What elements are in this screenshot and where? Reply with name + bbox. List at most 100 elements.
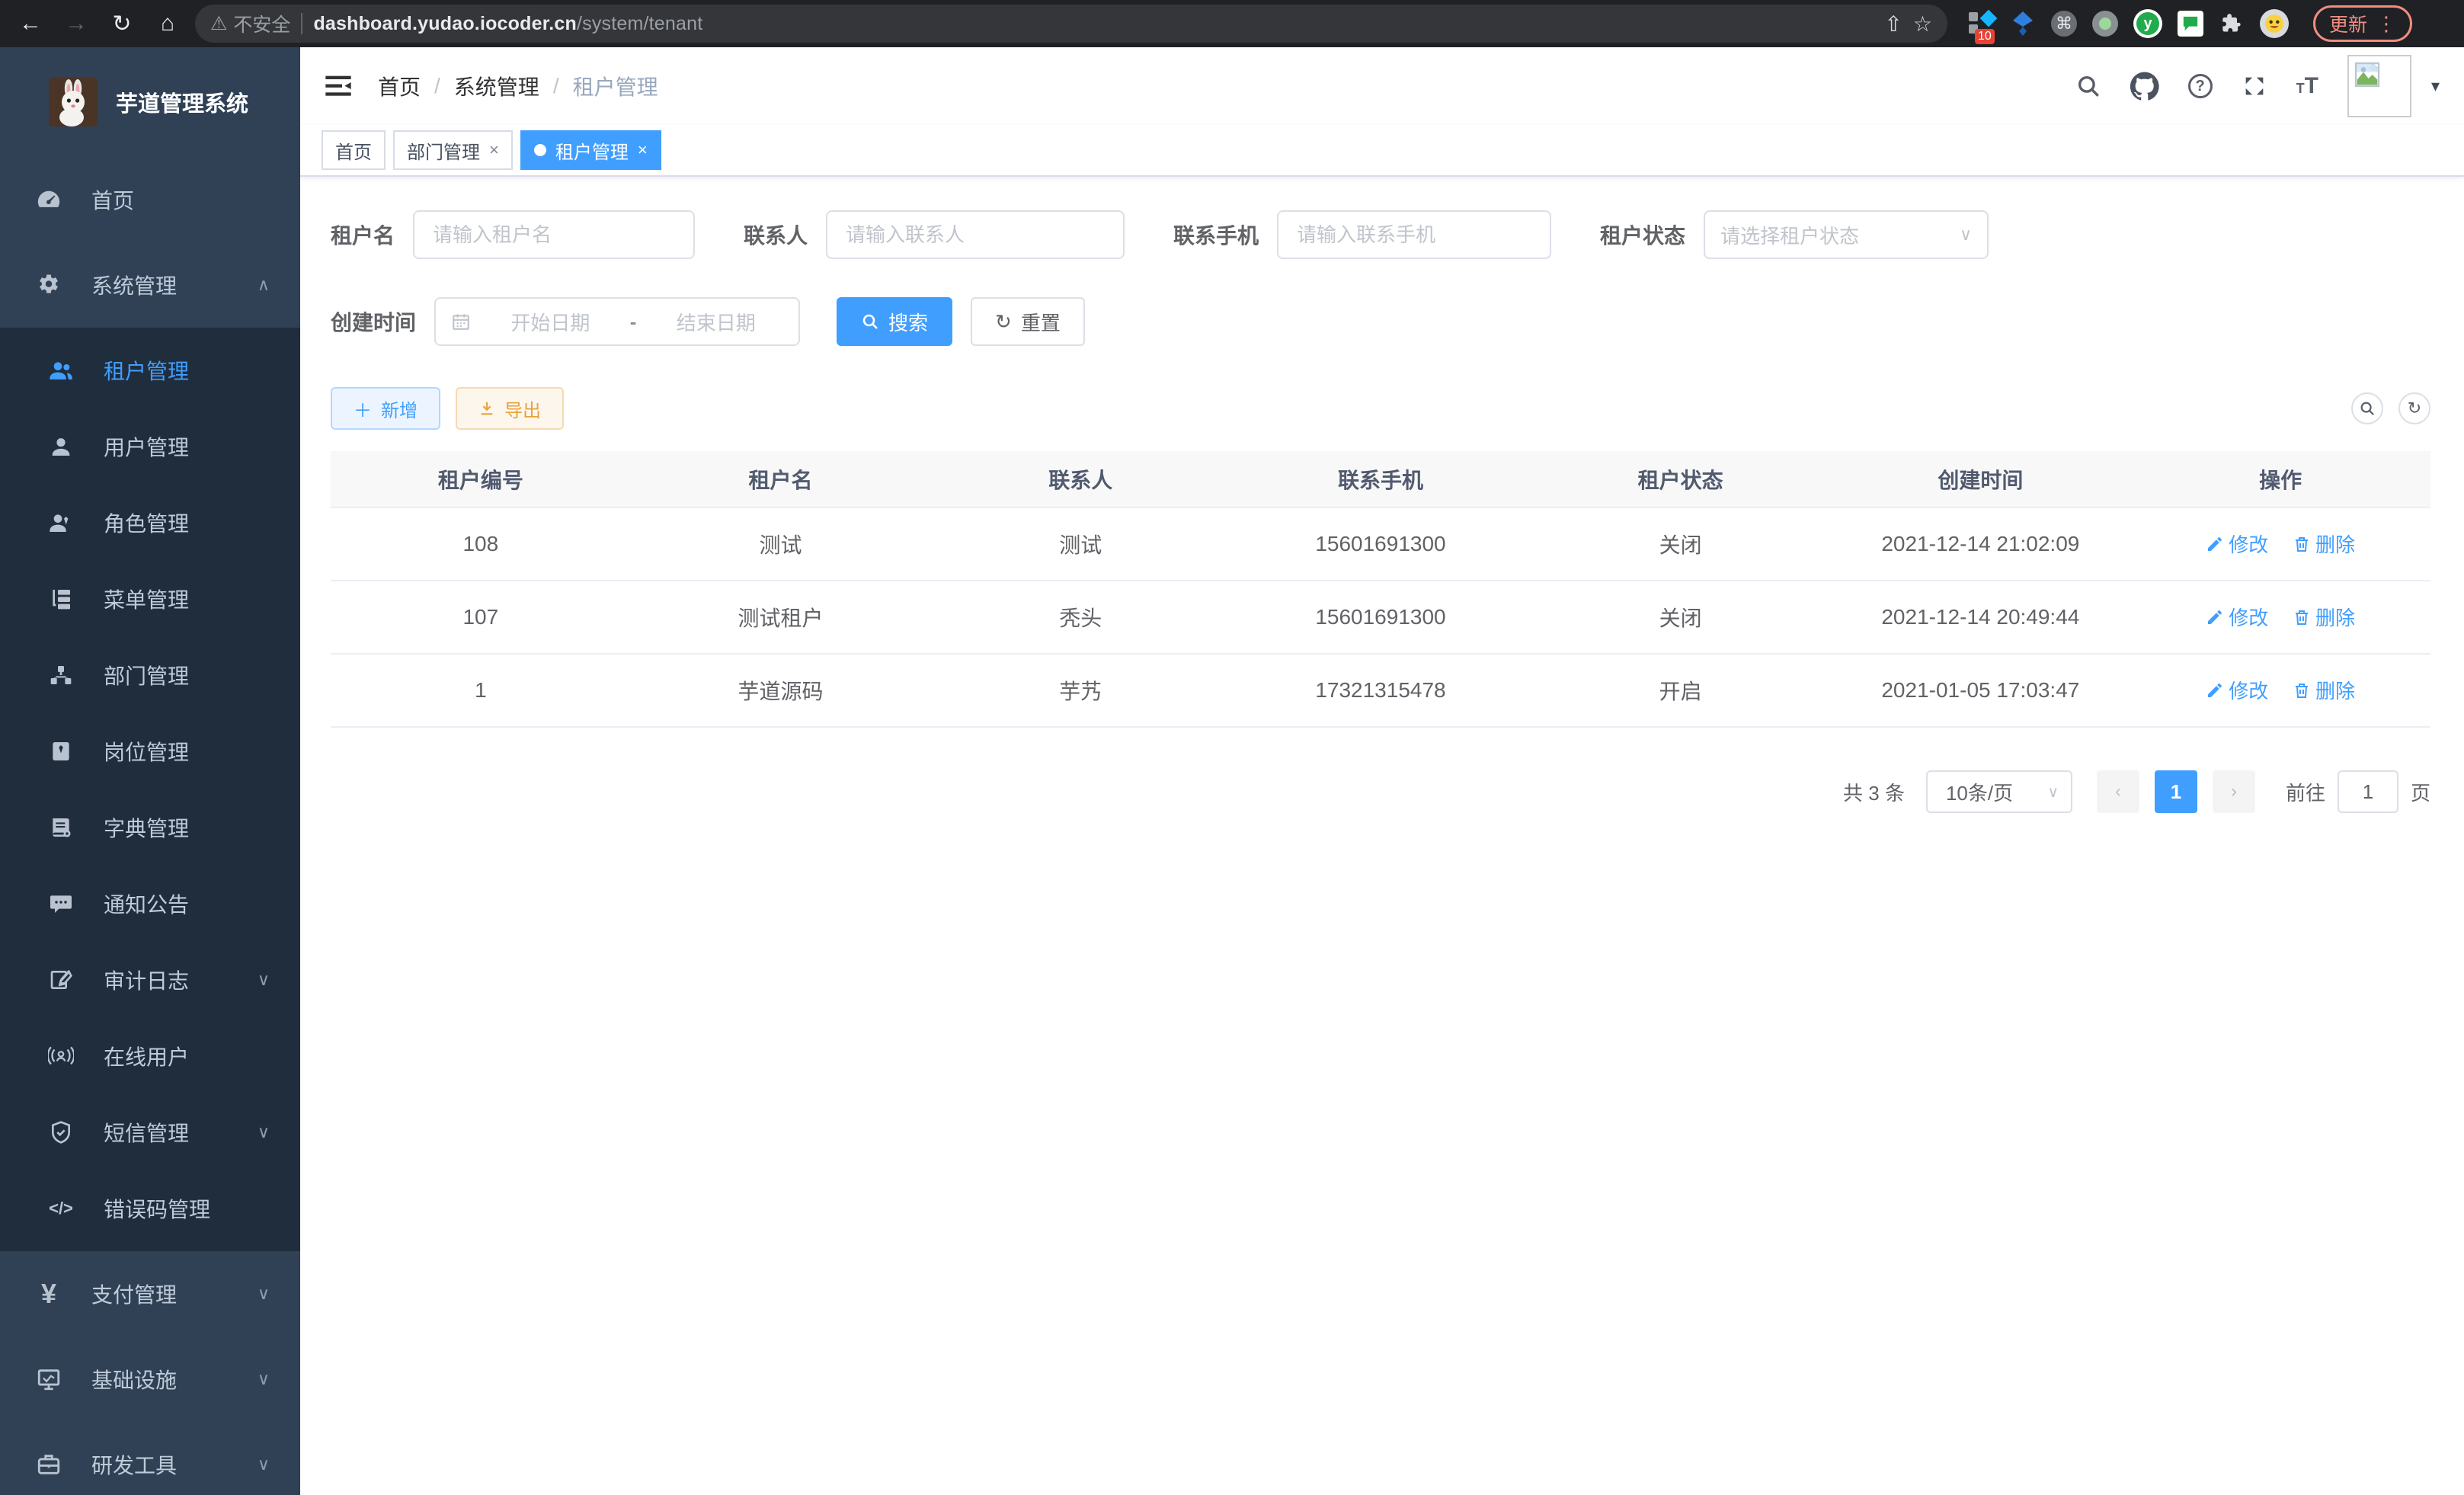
tab-tenant[interactable]: 租户管理 × <box>520 130 661 170</box>
tab-dept[interactable]: 部门管理 × <box>393 130 513 170</box>
contact-input[interactable] <box>826 210 1125 259</box>
delete-link[interactable]: 删除 <box>2293 603 2355 631</box>
table-row: 1 芋道源码 芋艿 17321315478 开启 2021-01-05 17:0… <box>331 654 2430 727</box>
trash-icon <box>2293 681 2311 699</box>
help-icon[interactable]: ? <box>2188 74 2213 98</box>
table-header-row: 租户编号 租户名 联系人 联系手机 租户状态 创建时间 操作 <box>331 451 2430 507</box>
tenant-name-input[interactable] <box>413 210 695 259</box>
phone-label: 联系手机 <box>1173 219 1259 250</box>
sidebar-item-notice[interactable]: 通知公告 <box>0 866 300 942</box>
chevron-down-icon: ∨ <box>258 1369 270 1389</box>
browser-reload-icon[interactable]: ↻ <box>104 5 140 42</box>
sidebar-item-pay[interactable]: ¥ 支付管理 ∨ <box>0 1251 300 1337</box>
sidebar-item-error-code[interactable]: </> 错误码管理 <box>0 1170 300 1247</box>
github-icon[interactable] <box>2130 72 2159 101</box>
bookmark-star-icon[interactable]: ☆ <box>1913 11 1932 37</box>
breadcrumb-home[interactable]: 首页 <box>378 71 421 101</box>
col-tenant-id: 租户编号 <box>331 451 631 507</box>
badge-icon <box>43 739 79 764</box>
edit-link[interactable]: 修改 <box>2206 530 2268 558</box>
sidebar-logo[interactable]: 芋道管理系统 <box>0 59 300 145</box>
sidebar-item-role[interactable]: 角色管理 <box>0 485 300 561</box>
browser-forward-icon[interactable]: → <box>58 5 94 42</box>
sidebar-item-post[interactable]: 岗位管理 <box>0 713 300 789</box>
status-select[interactable]: 请选择租户状态 ∨ <box>1704 210 1989 259</box>
sidebar-item-label: 首页 <box>91 184 270 215</box>
sidebar-item-dev-tools[interactable]: 研发工具 ∨ <box>0 1422 300 1495</box>
sidebar-item-label: 支付管理 <box>91 1279 258 1309</box>
phone-input[interactable] <box>1277 210 1551 259</box>
sidebar-item-label: 菜单管理 <box>104 584 270 614</box>
page-size-select[interactable]: 10条/页 ∨ <box>1926 770 2072 813</box>
next-page-button[interactable]: › <box>2213 770 2255 813</box>
search-icon[interactable] <box>2075 73 2101 99</box>
sidebar-item-home[interactable]: 首页 <box>0 157 300 242</box>
extension-badged-icon[interactable]: 10 <box>1969 11 1995 37</box>
tree-menu-icon <box>43 587 79 611</box>
start-date-placeholder[interactable]: 开始日期 <box>483 308 618 336</box>
extension-command-icon[interactable]: ⌘ <box>2051 11 2077 37</box>
logo-image <box>49 78 98 126</box>
sidebar-item-dept[interactable]: 部门管理 <box>0 637 300 713</box>
browser-back-icon[interactable]: ← <box>12 5 49 42</box>
not-secure-warning[interactable]: ⚠ 不安全 <box>210 10 290 37</box>
goto-page-input[interactable] <box>2338 770 2398 813</box>
prev-page-button[interactable]: ‹ <box>2097 770 2139 813</box>
tenant-name-label: 租户名 <box>331 219 395 250</box>
share-icon[interactable]: ⇧ <box>1884 11 1902 37</box>
sidebar-item-menu[interactable]: 菜单管理 <box>0 561 300 637</box>
extension-kite-icon[interactable] <box>2010 11 2036 37</box>
add-button[interactable]: ＋ 新增 <box>331 387 440 430</box>
sidebar-item-tenant[interactable]: 租户管理 <box>0 332 300 408</box>
browser-home-icon[interactable]: ⌂ <box>149 5 186 42</box>
avatar[interactable] <box>2347 55 2411 117</box>
sidebar-item-sms[interactable]: 短信管理 ∨ <box>0 1094 300 1170</box>
sidebar-item-label: 用户管理 <box>104 431 270 462</box>
browser-update-button[interactable]: 更新 ⋮ <box>2313 5 2412 42</box>
dashboard-icon <box>30 187 67 213</box>
sidebar-item-label: 字典管理 <box>104 812 270 843</box>
page-1-button[interactable]: 1 <box>2155 770 2197 813</box>
goto-label: 前往 <box>2286 778 2325 806</box>
font-size-icon[interactable]: TT <box>2296 73 2318 99</box>
show-search-button[interactable] <box>2351 392 2383 424</box>
profile-avatar-icon[interactable] <box>2260 9 2289 38</box>
edit-link[interactable]: 修改 <box>2206 603 2268 631</box>
end-date-placeholder[interactable]: 结束日期 <box>648 308 783 336</box>
chevron-down-icon: ∨ <box>2047 783 2059 802</box>
date-range-input[interactable]: 开始日期 - 结束日期 <box>434 297 800 346</box>
sidebar-item-dict[interactable]: 字典管理 <box>0 789 300 866</box>
edit-link[interactable]: 修改 <box>2206 676 2268 704</box>
browser-menu-icon[interactable]: ⋮ <box>2376 12 2396 36</box>
refresh-table-button[interactable]: ↻ <box>2398 392 2430 424</box>
delete-link[interactable]: 删除 <box>2293 676 2355 704</box>
fullscreen-icon[interactable] <box>2242 73 2267 99</box>
sidebar-collapse-icon[interactable] <box>323 71 354 101</box>
online-user-icon <box>43 1045 79 1068</box>
delete-link[interactable]: 删除 <box>2293 530 2355 558</box>
sidebar-item-online-users[interactable]: 在线用户 <box>0 1018 300 1094</box>
address-bar[interactable]: ⚠ 不安全 dashboard.yudao.iocoder.cn/system/… <box>195 5 1947 43</box>
extensions-puzzle-icon[interactable] <box>2219 11 2245 37</box>
cell-tenant-id: 108 <box>331 507 631 581</box>
sidebar-item-user[interactable]: 用户管理 <box>0 408 300 485</box>
export-button[interactable]: 导出 <box>456 387 564 430</box>
cell-phone: 17321315478 <box>1230 654 1531 727</box>
extension-chat-icon[interactable] <box>2178 11 2203 37</box>
extension-yudao-icon[interactable]: y <box>2133 9 2162 38</box>
search-button[interactable]: 搜索 <box>837 297 952 346</box>
sidebar-item-audit-log[interactable]: 审计日志 ∨ <box>0 942 300 1018</box>
url-text[interactable]: dashboard.yudao.iocoder.cn/system/tenant <box>313 13 702 35</box>
sidebar-item-system[interactable]: 系统管理 ∧ <box>0 242 300 328</box>
breadcrumb-system[interactable]: 系统管理 <box>454 71 539 101</box>
pagination: 共 3 条 10条/页 ∨ ‹ 1 › 前往 页 <box>331 770 2430 813</box>
tab-home[interactable]: 首页 <box>322 130 386 170</box>
reset-button[interactable]: ↻ 重置 <box>971 297 1085 346</box>
close-icon[interactable]: × <box>638 140 648 160</box>
plus-icon: ＋ <box>354 395 372 422</box>
caret-down-icon[interactable]: ▾ <box>2431 76 2440 96</box>
sidebar-item-infra[interactable]: 基础设施 ∨ <box>0 1337 300 1422</box>
sidebar-item-label: 在线用户 <box>104 1041 270 1071</box>
close-icon[interactable]: × <box>489 140 499 160</box>
extension-dot-icon[interactable] <box>2092 11 2118 37</box>
